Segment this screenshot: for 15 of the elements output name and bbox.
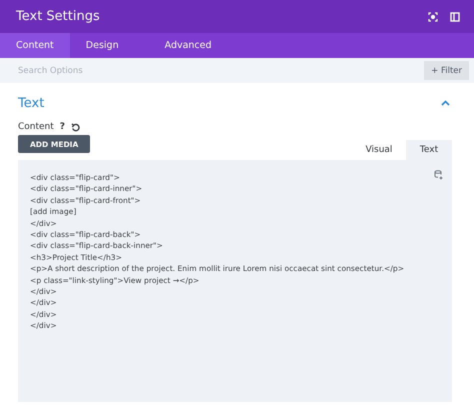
database-add-icon[interactable] <box>434 170 444 180</box>
focus-icon[interactable] <box>428 12 438 22</box>
window-title: Text Settings <box>16 9 101 24</box>
reset-icon[interactable] <box>71 122 80 132</box>
sidebar-icon[interactable] <box>450 12 460 22</box>
search-field[interactable]: Search Options <box>0 58 424 83</box>
section-title: Text <box>18 96 44 110</box>
editor-tab[interactable]: Text <box>406 140 452 160</box>
tab[interactable]: Content <box>0 33 70 58</box>
filter-button[interactable]: + Filter <box>424 58 474 83</box>
help-icon[interactable]: ? <box>60 122 66 132</box>
field-label: Content <box>18 122 54 132</box>
tab[interactable]: Advanced <box>148 33 228 58</box>
tab[interactable]: Design <box>70 33 135 58</box>
collapse-icon[interactable] <box>441 100 450 106</box>
